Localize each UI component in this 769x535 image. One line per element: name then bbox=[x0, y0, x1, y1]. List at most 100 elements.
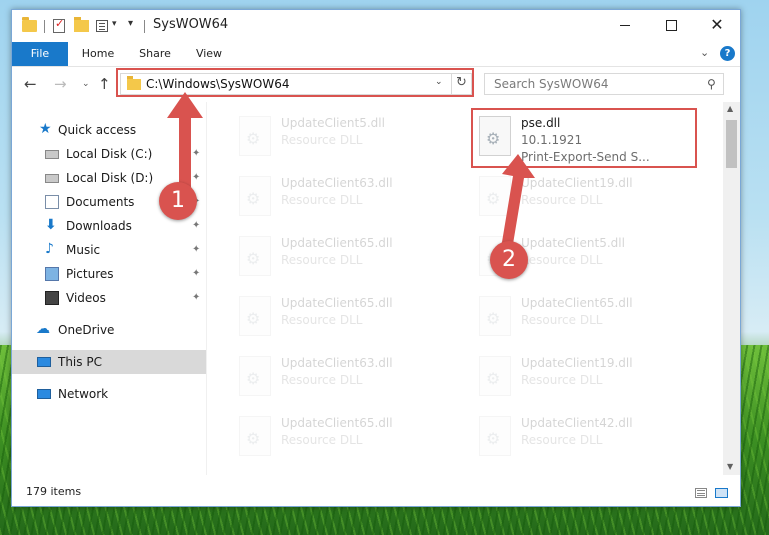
back-button[interactable]: ← bbox=[24, 75, 37, 93]
step-2-badge: 2 bbox=[490, 241, 528, 279]
music-icon: ♪ bbox=[45, 241, 54, 257]
network-icon bbox=[37, 389, 51, 399]
downloads-icon: ⬇ bbox=[45, 217, 57, 233]
file-item[interactable]: UpdateClient65.dll Resource DLL bbox=[219, 288, 449, 342]
sidebar-item-network[interactable]: Network bbox=[12, 382, 206, 406]
ribbon-tabs: File Home Share View ⌄ ? bbox=[12, 42, 740, 67]
large-icons-view-icon[interactable] bbox=[715, 488, 728, 498]
pc-icon bbox=[37, 357, 51, 367]
recent-locations-button[interactable]: ⌄ bbox=[82, 79, 90, 89]
drive-icon bbox=[45, 150, 59, 159]
dll-file-icon bbox=[239, 296, 271, 336]
file-item[interactable]: UpdateClient65.dll Resource DLL bbox=[219, 228, 449, 282]
chevron-down-icon[interactable]: ▾ bbox=[112, 19, 117, 29]
file-type: Resource DLL bbox=[521, 313, 603, 327]
item-count: 179 items bbox=[26, 485, 82, 498]
file-type: Resource DLL bbox=[521, 433, 603, 447]
navigation-bar: ← → ⌄ ↑ C:\Windows\SysWOW64 ⌄ ↻ Search S… bbox=[12, 67, 740, 101]
annotation-arrow-2 bbox=[501, 154, 535, 250]
details-view-icon[interactable] bbox=[695, 488, 707, 498]
tab-share[interactable]: Share bbox=[130, 42, 180, 66]
pin-icon[interactable]: ✦ bbox=[192, 286, 200, 310]
file-item[interactable]: UpdateClient5.dll Resource DLL bbox=[219, 108, 449, 162]
scroll-down-icon[interactable]: ▼ bbox=[727, 462, 733, 471]
dll-file-icon bbox=[239, 116, 271, 156]
file-name: UpdateClient19.dll bbox=[521, 356, 633, 370]
file-item[interactable]: UpdateClient63.dll Resource DLL bbox=[219, 168, 449, 222]
dll-file-icon bbox=[239, 236, 271, 276]
file-type: Resource DLL bbox=[281, 433, 363, 447]
forward-button[interactable]: → bbox=[54, 75, 67, 93]
tab-home[interactable]: Home bbox=[72, 42, 124, 66]
up-button[interactable]: ↑ bbox=[98, 75, 111, 93]
file-item[interactable]: UpdateClient65.dll Resource DLL bbox=[219, 408, 449, 462]
sidebar-item-videos[interactable]: Videos ✦ bbox=[12, 286, 206, 310]
file-name: UpdateClient65.dll bbox=[521, 296, 633, 310]
file-type: Resource DLL bbox=[281, 193, 363, 207]
documents-icon bbox=[45, 195, 59, 209]
maximize-icon bbox=[665, 19, 677, 31]
file-item[interactable]: UpdateClient42.dll Resource DLL bbox=[459, 408, 689, 462]
sidebar-item-label: Music bbox=[66, 243, 101, 257]
help-icon[interactable]: ? bbox=[720, 46, 735, 61]
file-name: UpdateClient42.dll bbox=[521, 416, 633, 430]
minimize-button[interactable] bbox=[602, 10, 648, 42]
dll-file-icon bbox=[239, 416, 271, 456]
pin-icon[interactable]: ✦ bbox=[192, 238, 200, 262]
pin-icon[interactable]: ✦ bbox=[192, 214, 200, 238]
file-name: UpdateClient65.dll bbox=[281, 236, 393, 250]
folder-icon[interactable] bbox=[22, 17, 37, 32]
dll-file-icon bbox=[479, 296, 511, 336]
view-layout-icon[interactable] bbox=[96, 20, 108, 32]
cloud-icon: ☁ bbox=[36, 321, 50, 337]
dll-file-icon bbox=[239, 176, 271, 216]
file-item[interactable]: UpdateClient63.dll Resource DLL bbox=[219, 348, 449, 402]
file-name: UpdateClient5.dll bbox=[281, 116, 385, 130]
sidebar-item-label: Local Disk (C:) bbox=[66, 147, 153, 161]
scroll-thumb[interactable] bbox=[726, 120, 737, 168]
tab-view[interactable]: View bbox=[186, 42, 232, 66]
sidebar-item-label: OneDrive bbox=[58, 323, 115, 337]
sidebar-item-onedrive[interactable]: ☁ OneDrive bbox=[12, 318, 206, 342]
file-name: UpdateClient65.dll bbox=[281, 296, 393, 310]
sidebar-item-label: Documents bbox=[66, 195, 135, 209]
expand-ribbon-icon[interactable]: ⌄ bbox=[700, 46, 709, 59]
sidebar-item-this-pc[interactable]: This PC bbox=[12, 350, 206, 374]
pin-icon[interactable]: ✦ bbox=[192, 262, 200, 286]
file-name: UpdateClient63.dll bbox=[281, 176, 393, 190]
file-name: UpdateClient65.dll bbox=[281, 416, 393, 430]
scroll-up-icon[interactable]: ▲ bbox=[727, 104, 733, 113]
dll-file-icon bbox=[479, 356, 511, 396]
sidebar-item-label: Pictures bbox=[66, 267, 114, 281]
file-type: Resource DLL bbox=[281, 373, 363, 387]
window-title: SysWOW64 bbox=[153, 17, 229, 32]
status-bar: 179 items bbox=[12, 480, 740, 506]
sidebar-item-label: Network bbox=[58, 387, 109, 401]
file-item[interactable]: UpdateClient19.dll Resource DLL bbox=[459, 348, 689, 402]
vertical-scrollbar[interactable]: ▲ ▼ bbox=[723, 102, 740, 475]
minimize-icon bbox=[620, 24, 630, 26]
search-icon[interactable]: ⚲ bbox=[707, 77, 716, 91]
step-1-badge: 1 bbox=[159, 182, 197, 220]
sidebar-item-label: Quick access bbox=[58, 123, 137, 137]
sidebar-item-label: This PC bbox=[58, 355, 102, 369]
sidebar-item-label: Local Disk (D:) bbox=[66, 171, 154, 185]
sidebar-item-label: Videos bbox=[66, 291, 106, 305]
customize-toolbar-icon[interactable]: ▾ bbox=[128, 18, 133, 29]
properties-icon[interactable] bbox=[53, 17, 65, 33]
new-folder-icon[interactable] bbox=[74, 17, 89, 32]
search-input[interactable]: Search SysWOW64 ⚲ bbox=[484, 73, 724, 95]
sidebar-item-pictures[interactable]: Pictures ✦ bbox=[12, 262, 206, 286]
title-separator bbox=[144, 20, 145, 33]
dll-file-icon bbox=[479, 416, 511, 456]
sidebar-item-music[interactable]: ♪ Music ✦ bbox=[12, 238, 206, 262]
file-name: UpdateClient63.dll bbox=[281, 356, 393, 370]
maximize-button[interactable] bbox=[648, 10, 694, 42]
drive-icon bbox=[45, 174, 59, 183]
tab-file[interactable]: File bbox=[12, 42, 68, 66]
file-type: Resource DLL bbox=[281, 313, 363, 327]
videos-icon bbox=[45, 291, 59, 305]
close-button[interactable]: ✕ bbox=[694, 10, 740, 42]
file-type: Resource DLL bbox=[281, 133, 363, 147]
file-item[interactable]: UpdateClient65.dll Resource DLL bbox=[459, 288, 689, 342]
